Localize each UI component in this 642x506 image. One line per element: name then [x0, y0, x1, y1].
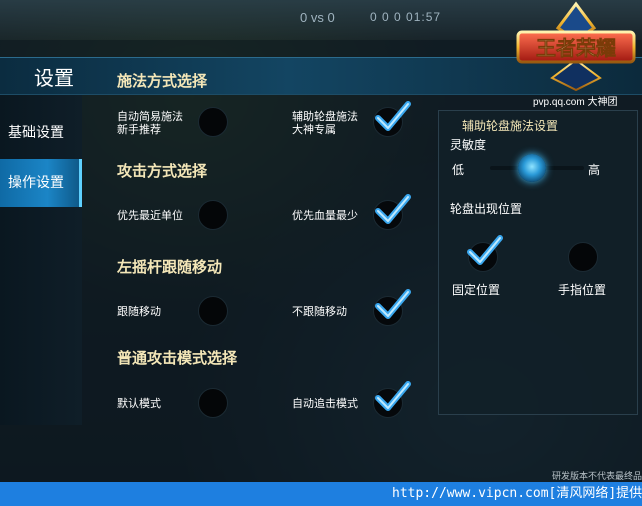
- wheel-settings-title: 辅助轮盘施法设置: [462, 119, 559, 133]
- option-label-wheel-cast: 辅助轮盘施法 大神专属: [292, 110, 358, 136]
- logo-site-text: pvp.qq.com 大神团: [533, 97, 618, 108]
- radio-follow[interactable]: [198, 296, 228, 326]
- section-title-joystick: 左摇杆跟随移动: [117, 258, 223, 276]
- section-title-cast: 施法方式选择: [117, 72, 208, 90]
- section-title-attack: 攻击方式选择: [117, 162, 208, 180]
- radio-finger-position[interactable]: [568, 242, 598, 272]
- option-label-lowest-hp: 优先血量最少: [292, 209, 358, 222]
- checkmark-icon: [375, 101, 411, 131]
- sensitivity-label: 灵敏度: [450, 138, 487, 152]
- section-title-normal-attack: 普通攻击模式选择: [117, 349, 238, 367]
- option-label-auto-chase: 自动追击模式: [292, 397, 358, 410]
- page-title: 设置: [34, 66, 74, 90]
- score-display: 0 vs 0: [300, 10, 335, 25]
- option-label-default: 默认模式: [117, 397, 161, 410]
- stats-display: 0 0 0 01:57: [370, 10, 442, 24]
- option-label-auto-cast: 自动简易施法 新手推荐: [117, 110, 183, 136]
- sidebar-item-basic[interactable]: 基础设置: [0, 109, 82, 157]
- sidebar-item-label: 操作设置: [8, 175, 64, 191]
- checkmark-icon: [375, 194, 411, 224]
- sidebar-item-controls[interactable]: 操作设置: [0, 159, 82, 207]
- watermark-bar: http://www.vipcn.com[清风网络]提供: [0, 482, 642, 506]
- finger-position-label: 手指位置: [558, 283, 607, 297]
- sidebar-item-label: 基础设置: [8, 125, 64, 141]
- option-label-no-follow: 不跟随移动: [292, 305, 347, 318]
- wheel-position-title: 轮盘出现位置: [450, 202, 523, 216]
- logo-text: 王者荣耀: [536, 36, 616, 60]
- sensitivity-high-label: 高: [588, 163, 601, 177]
- sidebar: 基础设置 操作设置: [0, 95, 82, 425]
- radio-default[interactable]: [198, 388, 228, 418]
- fixed-position-label: 固定位置: [452, 283, 501, 297]
- game-logo: 王者荣耀: [516, 1, 636, 92]
- option-label-nearest: 优先最近单位: [117, 209, 183, 222]
- checkmark-icon: [375, 381, 411, 411]
- radio-auto-cast[interactable]: [198, 107, 228, 137]
- option-label-follow: 跟随移动: [117, 305, 161, 318]
- watermark-text: http://www.vipcn.com[清风网络]提供: [392, 486, 642, 501]
- checkmark-icon: [375, 289, 411, 319]
- checkmark-icon: [467, 235, 503, 265]
- radio-nearest[interactable]: [198, 200, 228, 230]
- sensitivity-low-label: 低: [452, 163, 465, 177]
